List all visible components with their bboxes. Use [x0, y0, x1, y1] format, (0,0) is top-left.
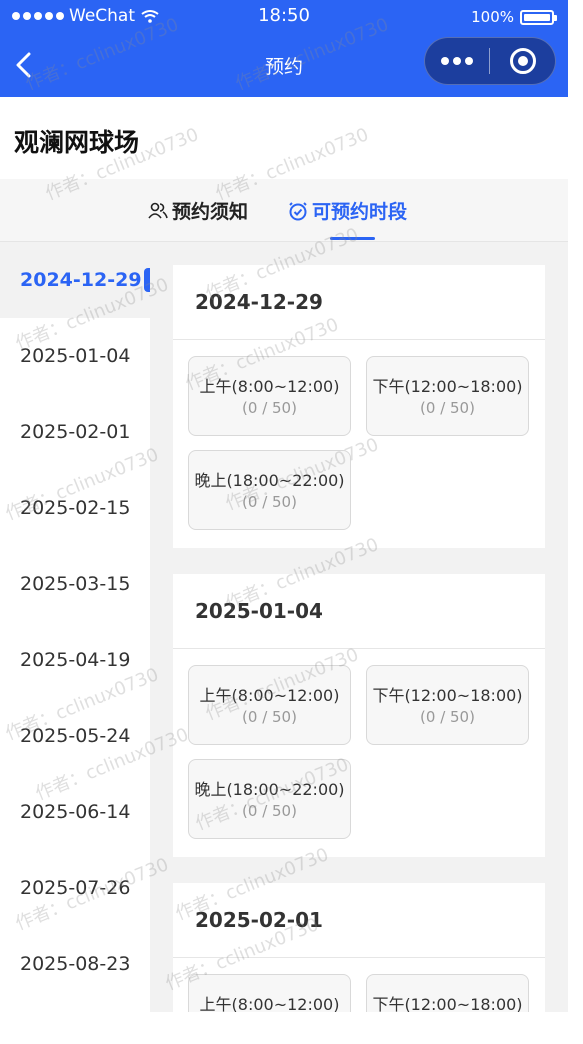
slot-capacity: (0 / 50): [420, 399, 475, 417]
time-slot-button[interactable]: 上午(8:00~12:00) (0 / 50): [188, 356, 351, 436]
active-tab-indicator: [330, 237, 375, 240]
users-icon: [148, 202, 168, 219]
slot-time-label: 下午(12:00~18:00): [372, 995, 523, 1012]
sidebar-date-item[interactable]: 2024-12-29: [0, 242, 150, 318]
tab-slots-label: 可预约时段: [312, 201, 408, 223]
slot-time-label: 下午(12:00~18:00): [372, 686, 523, 705]
slot-capacity: (0 / 50): [242, 802, 297, 820]
slot-capacity: (0 / 50): [420, 708, 475, 726]
clock-check-icon: [289, 201, 307, 220]
sidebar-date-item[interactable]: 2025-01-04: [0, 318, 150, 394]
sidebar-date-item[interactable]: 2025-02-15: [0, 470, 150, 546]
slot-time-label: 上午(8:00~12:00): [199, 377, 340, 396]
top-bar: WeChat 18:50 100% 预约: [0, 0, 568, 97]
more-dot: [441, 57, 449, 65]
status-bar: WeChat 18:50 100%: [0, 0, 568, 32]
time-slot-button[interactable]: 下午(12:00~18:00) (0 / 50): [366, 665, 529, 745]
slot-time-label: 晚上(18:00~22:00): [194, 780, 345, 799]
tab-bar: 预约须知 可预约时段: [0, 179, 568, 242]
date-slot-card: 2025-01-04 上午(8:00~12:00) (0 / 50) 下午(12:00…: [173, 574, 545, 857]
card-date-title: 2024-12-29: [173, 265, 545, 340]
sidebar-date-item[interactable]: 2025-02-01: [0, 394, 150, 470]
time-slot-button[interactable]: 上午(8:00~12:00) (0 / 50): [188, 665, 351, 745]
more-button[interactable]: [425, 57, 489, 65]
tab-notice-label: 预约须知: [172, 201, 249, 223]
slot-time-label: 上午(8:00~12:00): [199, 686, 340, 705]
card-date-title: 2025-01-04: [173, 574, 545, 649]
time-slot-button[interactable]: 上午(8:00~12:00): [188, 974, 351, 1012]
date-slot-card: 2025-02-01 上午(8:00~12:00) 下午(12:00~18:00): [173, 883, 545, 1012]
bottom-margin: [0, 1012, 568, 1044]
slot-capacity: (0 / 50): [242, 493, 297, 511]
card-date-title: 2025-02-01: [173, 883, 545, 958]
venue-name: 观澜网球场: [14, 128, 140, 157]
battery-percent: 100%: [471, 8, 514, 26]
tab-booking-notice[interactable]: 预约须知: [148, 197, 248, 224]
slot-time-label: 下午(12:00~18:00): [372, 377, 523, 396]
phone-screen: WeChat 18:50 100% 预约 观澜网球场 预约须知 可预约时段 20…: [0, 0, 568, 1012]
battery-indicator: 100%: [471, 8, 557, 26]
time-slot-button[interactable]: 晚上(18:00~22:00) (0 / 50): [188, 450, 351, 530]
slot-time-label: 上午(8:00~12:00): [199, 995, 340, 1012]
more-dot: [453, 57, 461, 65]
slot-list: 2024-12-29 上午(8:00~12:00) (0 / 50) 下午(12:00…: [150, 242, 568, 1012]
slot-time-label: 晚上(18:00~22:00): [194, 471, 345, 490]
date-slot-card: 2024-12-29 上午(8:00~12:00) (0 / 50) 下午(12:00…: [173, 265, 545, 548]
close-mini-program-button[interactable]: [490, 48, 555, 74]
navigation-bar: 预约: [0, 32, 568, 97]
target-icon: [509, 48, 536, 74]
sidebar-date-item[interactable]: 2025-04-19: [0, 622, 150, 698]
more-dot: [465, 57, 473, 65]
mini-program-capsule: [424, 37, 556, 85]
date-sidebar: 2024-12-29 2025-01-04 2025-02-01 2025-02-15…: [0, 242, 150, 1012]
right-rail: [568, 0, 583, 1044]
time-slot-button[interactable]: 下午(12:00~18:00) (0 / 50): [366, 356, 529, 436]
slot-capacity: (0 / 50): [242, 708, 297, 726]
booking-body: 2024-12-29 2025-01-04 2025-02-01 2025-02-15…: [0, 242, 568, 1012]
time-slot-button[interactable]: 晚上(18:00~22:00) (0 / 50): [188, 759, 351, 839]
tab-available-slots[interactable]: 可预约时段: [288, 197, 407, 224]
sidebar-date-item[interactable]: 2025-06-14: [0, 774, 150, 850]
sidebar-date-item[interactable]: 2025-03-15: [0, 546, 150, 622]
sidebar-date-item[interactable]: 2025-05-24: [0, 698, 150, 774]
venue-header: 观澜网球场: [0, 97, 568, 179]
sidebar-date-item[interactable]: 2025-08-23: [0, 926, 150, 1002]
slot-capacity: (0 / 50): [242, 399, 297, 417]
time-slot-button[interactable]: 下午(12:00~18:00): [366, 974, 529, 1012]
sidebar-date-item[interactable]: 2025-07-26: [0, 850, 150, 926]
battery-icon: [520, 9, 557, 25]
